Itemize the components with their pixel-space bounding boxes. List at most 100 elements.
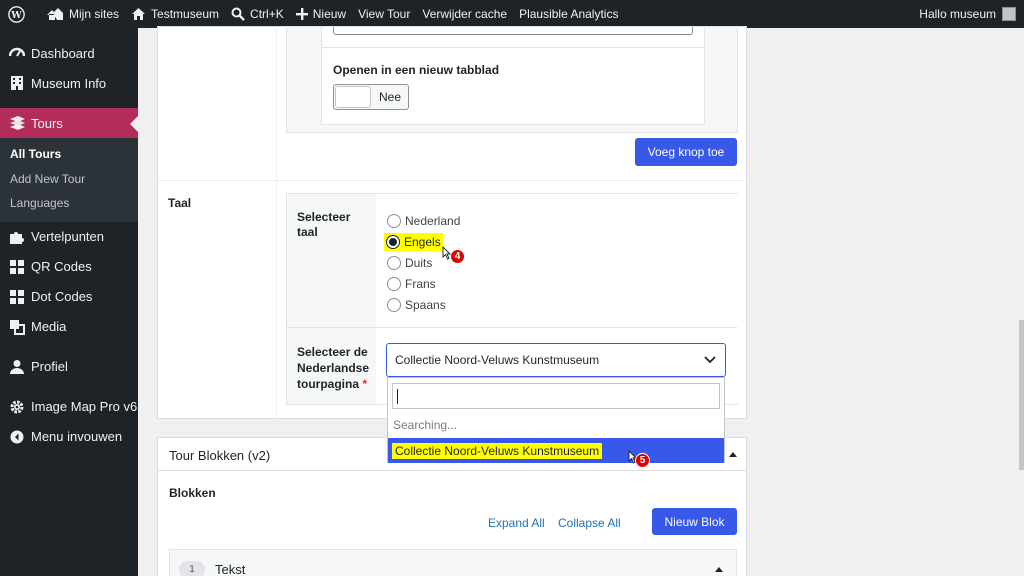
tour-page-label: Selecteer de Nederlandse tourpagina * <box>297 344 373 392</box>
sidebar-item-label: QR Codes <box>31 259 92 274</box>
expand-all-link[interactable]: Expand All <box>488 516 545 530</box>
select-option-highlighted[interactable]: Collectie Noord-Veluws Kunstmuseum <box>388 438 724 463</box>
sidebar-item-label: Museum Info <box>31 75 107 91</box>
admin-bar: W Mijn sites Testmuseum Ctrl+K Nieuw Vie… <box>0 0 1024 28</box>
my-sites-menu[interactable]: Mijn sites <box>40 0 125 28</box>
puzzle-icon <box>8 228 26 246</box>
wordpress-logo-icon[interactable]: W <box>0 0 40 28</box>
user-icon <box>8 358 26 376</box>
sidebar-item-label: Image Map Pro v6 <box>31 399 138 414</box>
home-multi-icon <box>47 8 63 20</box>
sidebar-item-dot-codes[interactable]: Dot Codes <box>0 282 138 312</box>
select-search-input[interactable] <box>392 383 720 409</box>
gear-icon <box>8 398 26 416</box>
submenu-add-new-tour[interactable]: Add New Tour <box>0 167 138 192</box>
admin-sidebar: Dashboard Museum Info Tours All Tours Ad… <box>0 28 138 576</box>
text-cursor <box>397 389 398 404</box>
collapse-arrow-icon[interactable] <box>729 451 737 457</box>
language-radio-group: Nederland Engels Duits Frans Spaans <box>384 210 460 315</box>
analytics-link[interactable]: Plausible Analytics <box>513 0 624 28</box>
media-icon <box>8 318 26 336</box>
new-content-menu[interactable]: Nieuw <box>290 0 352 28</box>
new-tab-toggle[interactable]: Nee <box>333 84 409 110</box>
view-tour-link[interactable]: View Tour <box>352 0 416 28</box>
sidebar-item-label: Profiel <box>31 359 68 374</box>
plus-icon <box>295 8 308 20</box>
language-option-nederland[interactable]: Nederland <box>387 210 460 231</box>
main-content: Openen in een nieuw tabblad Nee Voeg kno… <box>138 26 1024 576</box>
scrollbar-thumb[interactable] <box>1019 320 1024 470</box>
svg-text:W: W <box>10 9 22 20</box>
sidebar-item-tours[interactable]: Tours <box>0 108 138 138</box>
site-name-menu[interactable]: Testmuseum <box>125 0 225 28</box>
clear-cache-label: Verwijder cache <box>422 7 508 21</box>
building-icon <box>8 74 26 92</box>
sidebar-item-media[interactable]: Media <box>0 312 138 342</box>
shortcut-label: Ctrl+K <box>250 7 284 21</box>
new-block-button[interactable]: Nieuw Blok <box>652 508 737 535</box>
language-label: Frans <box>405 276 436 291</box>
tour-page-label-line: tourpagina <box>297 377 359 391</box>
block-item[interactable]: 1 Tekst <box>169 549 737 576</box>
language-option-spaans[interactable]: Spaans <box>387 294 460 315</box>
block-label: Tekst <box>215 562 246 576</box>
sidebar-item-image-map-pro[interactable]: Image Map Pro v6 <box>0 392 138 422</box>
clear-cache-link[interactable]: Verwijder cache <box>416 0 513 28</box>
radio-button[interactable] <box>387 213 401 228</box>
grid-icon <box>8 258 26 276</box>
collapse-arrow-icon[interactable] <box>715 566 723 572</box>
add-button[interactable]: Voeg knop toe <box>635 138 737 166</box>
cursor-icon <box>442 246 451 260</box>
sidebar-item-profiel[interactable]: Profiel <box>0 352 138 382</box>
sidebar-item-label: Dashboard <box>31 45 95 61</box>
sidebar-item-qr-codes[interactable]: QR Codes <box>0 252 138 282</box>
block-number: 1 <box>179 561 205 576</box>
dashboard-icon <box>8 44 26 62</box>
sidebar-item-label: Vertelpunten <box>31 229 105 244</box>
sidebar-item-label: Dot Codes <box>31 289 93 304</box>
avatar <box>1002 7 1016 21</box>
sidebar-item-dashboard[interactable]: Dashboard <box>0 38 138 68</box>
highlight-marker: Engels <box>384 232 443 251</box>
option-label: Collectie Noord-Veluws Kunstmuseum <box>392 442 603 459</box>
site-name-label: Testmuseum <box>151 7 220 21</box>
radio-button[interactable] <box>387 297 401 312</box>
account-menu[interactable]: Hallo museum <box>913 0 1024 28</box>
tour-page-label-line: Nederlandse <box>297 361 370 375</box>
radio-button[interactable] <box>387 255 401 270</box>
sidebar-item-vertelpunten[interactable]: Vertelpunten <box>0 222 138 252</box>
select-dropdown: Searching... Collectie Noord-Veluws Kuns… <box>387 377 725 463</box>
language-section-label: Taal <box>168 196 192 210</box>
radio-button[interactable] <box>387 276 401 291</box>
page-scrollbar[interactable] <box>1019 28 1024 576</box>
sidebar-collapse-menu[interactable]: Menu invouwen <box>0 422 138 452</box>
new-tab-label: Openen in een nieuw tabblad <box>333 63 500 77</box>
language-label: Spaans <box>405 297 446 312</box>
chevron-down-icon <box>704 356 716 364</box>
my-sites-label: Mijn sites <box>69 7 120 21</box>
radio-button-checked[interactable] <box>386 234 400 249</box>
search-icon <box>231 7 245 21</box>
tour-page-select[interactable]: Collectie Noord-Veluws Kunstmuseum <box>386 343 726 377</box>
url-input[interactable] <box>333 27 693 35</box>
step-badge-5: 5 <box>635 453 650 468</box>
tour-blocks-title: Tour Blokken (v2) <box>169 448 271 463</box>
collapse-icon <box>8 428 26 446</box>
sidebar-item-label: Menu invouwen <box>31 429 123 444</box>
command-palette-button[interactable]: Ctrl+K <box>225 0 290 28</box>
sidebar-item-label: Tours <box>31 115 63 131</box>
submenu-all-tours[interactable]: All Tours <box>0 142 138 167</box>
submenu-languages[interactable]: Languages <box>0 191 138 216</box>
view-tour-label: View Tour <box>358 7 411 21</box>
blocks-subtitle: Blokken <box>169 486 216 500</box>
language-label: Engels <box>404 234 441 249</box>
sidebar-item-museum-info[interactable]: Museum Info <box>0 68 138 98</box>
new-label: Nieuw <box>312 7 347 21</box>
language-option-frans[interactable]: Frans <box>387 273 460 294</box>
select-value: Collectie Noord-Veluws Kunstmuseum <box>395 353 600 367</box>
toggle-knob <box>335 86 371 108</box>
collapse-all-link[interactable]: Collapse All <box>558 516 621 530</box>
language-label: Duits <box>405 255 433 270</box>
required-mark: * <box>362 377 368 391</box>
greeting-label: Hallo museum <box>919 7 996 21</box>
